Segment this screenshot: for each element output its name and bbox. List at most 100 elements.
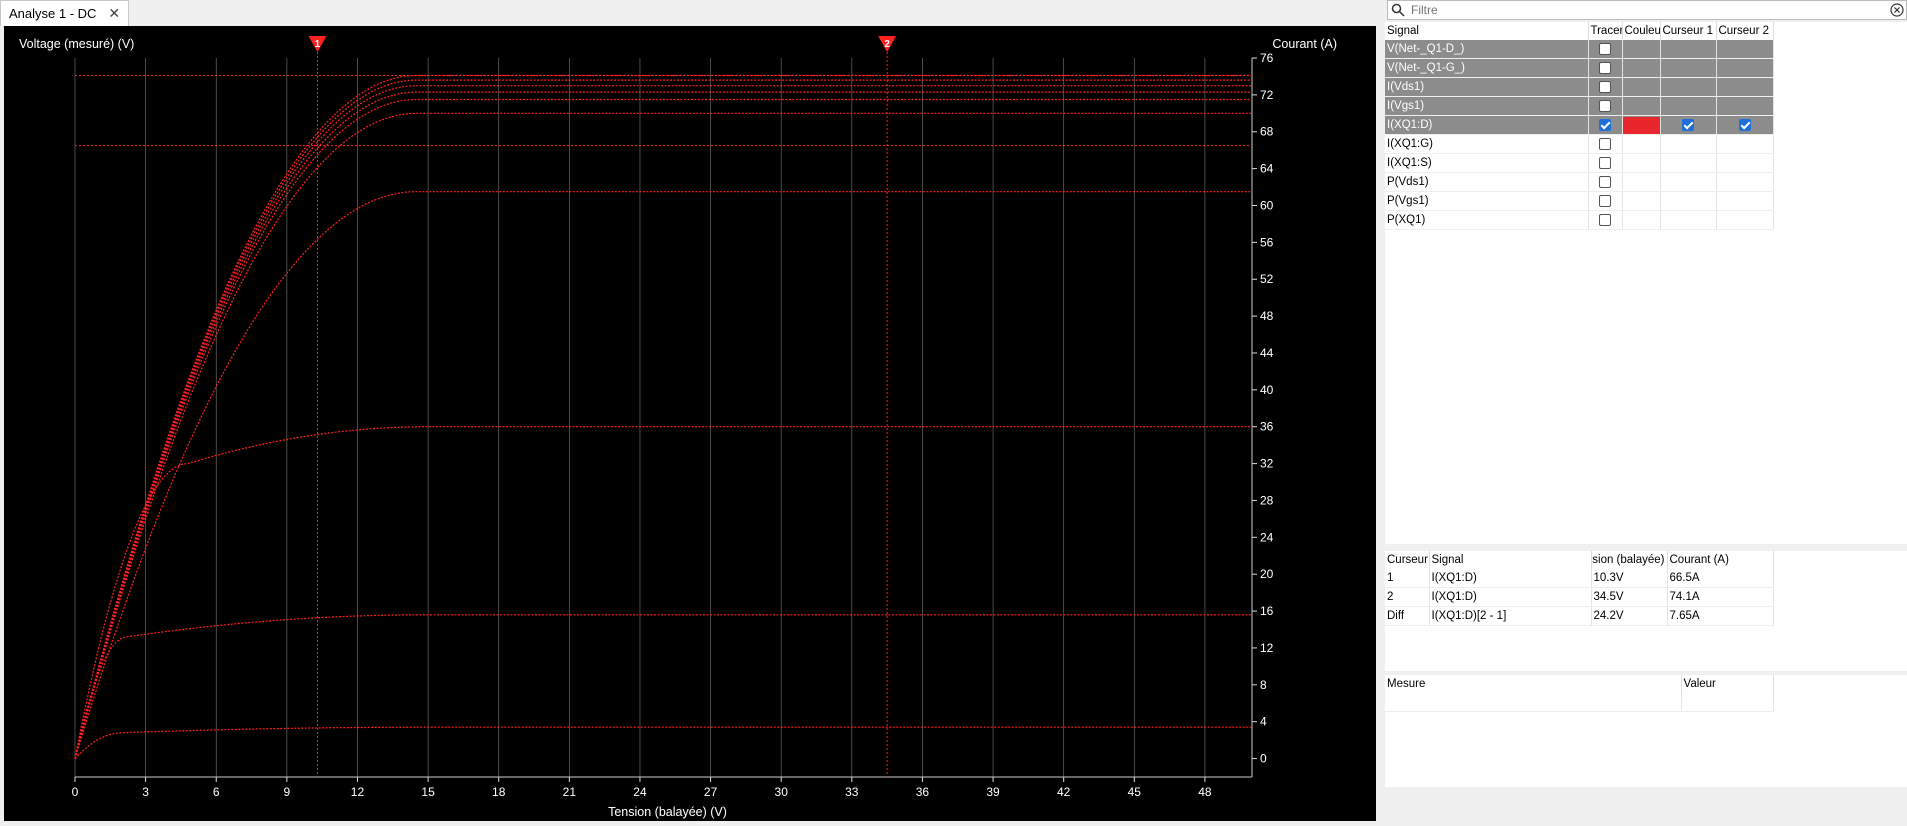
y-axis-label-right: Courant (A) [1272, 37, 1337, 51]
y-tick-label: 40 [1260, 383, 1274, 397]
y-tick-label: 52 [1260, 272, 1274, 286]
tracer-cell [1588, 115, 1623, 135]
x-tick-label: 27 [704, 785, 718, 799]
cursor-2-cell [1716, 191, 1774, 211]
x-tick-label: 24 [633, 785, 647, 799]
tab-analyse[interactable]: Analyse 1 - DC ✕ [0, 0, 130, 26]
header-signal[interactable]: Signal [1429, 551, 1592, 569]
series-curve-2 [74, 426, 1252, 759]
cursor-2-cell [1716, 172, 1774, 192]
header-curseur[interactable]: Curseur [1385, 551, 1430, 569]
tracer-checkbox[interactable] [1599, 42, 1611, 55]
y-tick-label: 0 [1260, 752, 1267, 766]
y-axis-label-left: Voltage (mesuré) (V) [19, 37, 134, 51]
series-curve-9 [74, 74, 1252, 759]
cursor-id: 2 [1385, 587, 1430, 607]
y-tick-label: 44 [1260, 346, 1274, 360]
tracer-checkbox[interactable] [1599, 80, 1611, 93]
header-signal[interactable]: Signal [1385, 22, 1589, 40]
signal-name: I(Vgs1) [1385, 96, 1589, 116]
y-tick-label: 28 [1260, 493, 1274, 507]
signal-row[interactable]: P(Vds1) [1385, 172, 1774, 192]
cursor-panel: Curseur Signal Tension (balayée) ( Coura… [1385, 551, 1907, 671]
signal-row[interactable]: I(XQ1:D) [1385, 115, 1774, 135]
color-cell[interactable] [1622, 77, 1661, 97]
cursor-tension: 24.2V [1591, 606, 1668, 626]
header-tracer[interactable]: Tracer [1588, 22, 1623, 40]
signal-row[interactable]: I(Vds1) [1385, 77, 1774, 97]
tracer-cell [1588, 134, 1623, 154]
cursor-signal: I(XQ1:D) [1429, 569, 1592, 588]
signal-row[interactable]: P(XQ1) [1385, 210, 1774, 230]
signal-row[interactable]: V(Net-_Q1-G_) [1385, 58, 1774, 78]
cursor-row[interactable]: 2 I(XQ1:D) 34.5V 74.1A [1385, 587, 1774, 607]
filter-input[interactable] [1409, 2, 1890, 18]
y-tick-label: 68 [1260, 125, 1274, 139]
plot-area[interactable]: 0 3 6 9 12 15 18 21 24 27 30 33 36 39 42 45 48 0 4 8 12 16 20 2… [4, 26, 1376, 821]
clear-icon[interactable] [1890, 3, 1904, 17]
color-cell[interactable] [1622, 153, 1661, 173]
header-mesure[interactable]: Mesure [1385, 675, 1682, 693]
header-curseur-1[interactable]: Curseur 1 [1660, 22, 1717, 40]
x-tick-label: 15 [421, 785, 435, 799]
dc-sweep-chart[interactable]: 0 3 6 9 12 15 18 21 24 27 30 33 36 39 42 45 480481216202… [4, 26, 1376, 821]
color-cell[interactable] [1622, 96, 1661, 116]
signal-name: V(Net-_Q1-G_) [1385, 58, 1589, 78]
signal-row[interactable]: P(Vgs1) [1385, 191, 1774, 211]
header-curseur-2[interactable]: Curseur 2 [1716, 22, 1774, 40]
color-swatch[interactable] [1622, 116, 1659, 134]
tab-bar: Analyse 1 - DC ✕ [0, 0, 1380, 26]
measure-header-row: Mesure Valeur [1385, 675, 1774, 693]
cursor-2-cell [1716, 153, 1774, 173]
tracer-cell [1588, 58, 1623, 78]
signal-row[interactable]: V(Net-_Q1-D_) [1385, 40, 1774, 59]
header-valeur[interactable]: Valeur [1681, 675, 1774, 693]
color-cell[interactable] [1622, 191, 1661, 211]
color-cell[interactable] [1622, 40, 1661, 59]
signal-row[interactable]: I(Vgs1) [1385, 96, 1774, 116]
tracer-cell [1588, 153, 1623, 173]
header-tension[interactable]: Tension (balayée) ( [1591, 551, 1668, 569]
tracer-checkbox[interactable] [1599, 118, 1611, 131]
y-tick-label: 56 [1260, 235, 1274, 249]
x-axis-label: Tension (balayée) (V) [608, 805, 727, 819]
signal-row[interactable]: I(XQ1:G) [1385, 134, 1774, 154]
x-tick-label: 48 [1198, 785, 1212, 799]
signal-table: Signal Tracer Couleur Curseur 1 Curseur … [1385, 22, 1774, 230]
signal-name: P(Vgs1) [1385, 191, 1589, 211]
tracer-checkbox[interactable] [1599, 137, 1611, 150]
x-tick-label: 21 [563, 785, 577, 799]
close-icon[interactable]: ✕ [108, 5, 120, 22]
color-cell[interactable] [1622, 172, 1661, 192]
tracer-cell [1588, 210, 1623, 230]
signal-name: I(XQ1:D) [1385, 115, 1589, 135]
y-tick-label: 64 [1260, 162, 1274, 176]
cursor-header-row: Curseur Signal Tension (balayée) ( Coura… [1385, 551, 1774, 569]
signal-header-row: Signal Tracer Couleur Curseur 1 Curseur … [1385, 22, 1774, 40]
color-cell[interactable] [1622, 58, 1661, 78]
cursor-2-checkbox[interactable] [1738, 118, 1751, 131]
cursor-1-cell [1660, 115, 1717, 135]
color-cell[interactable] [1622, 210, 1661, 230]
color-cell[interactable] [1622, 134, 1661, 154]
cursor-2-cell [1716, 77, 1774, 97]
cursor-signal: I(XQ1:D)[2 - 1] [1429, 606, 1592, 626]
tracer-checkbox[interactable] [1599, 61, 1611, 74]
cursor-row[interactable]: 1 I(XQ1:D) 10.3V 66.5A [1385, 569, 1774, 588]
cursor-2-cell [1716, 210, 1774, 230]
tracer-checkbox[interactable] [1599, 99, 1611, 112]
y-tick-label: 12 [1260, 641, 1274, 655]
tracer-checkbox[interactable] [1599, 213, 1611, 226]
filter-box[interactable] [1387, 0, 1907, 20]
signal-row[interactable]: I(XQ1:S) [1385, 153, 1774, 173]
header-courant[interactable]: Courant (A) [1667, 551, 1774, 569]
cursor-1-checkbox[interactable] [1682, 118, 1694, 131]
tracer-checkbox[interactable] [1599, 175, 1611, 188]
tracer-checkbox[interactable] [1599, 156, 1611, 169]
color-cell[interactable] [1622, 115, 1661, 135]
series-curve-5 [74, 98, 1252, 759]
tracer-checkbox[interactable] [1599, 194, 1611, 207]
x-tick-label: 18 [492, 785, 506, 799]
header-couleur[interactable]: Couleur [1622, 22, 1661, 40]
cursor-row[interactable]: Diff I(XQ1:D)[2 - 1] 24.2V 7.65A [1385, 606, 1774, 626]
